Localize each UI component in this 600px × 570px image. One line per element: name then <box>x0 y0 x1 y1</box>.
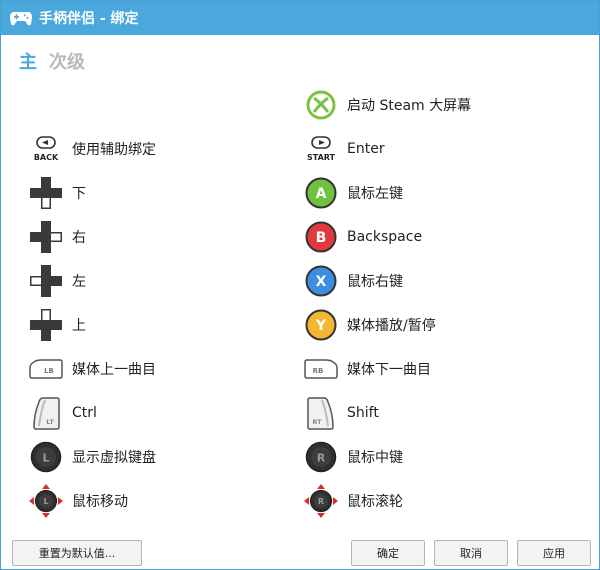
binding-label: 鼠标右键 <box>347 274 403 290</box>
tab-main[interactable]: 主 <box>19 48 37 74</box>
gamepad-icon <box>10 12 32 26</box>
dpad-down-icon <box>28 175 64 211</box>
start-button-icon: START <box>303 131 339 167</box>
binding-row-a[interactable]: A 鼠标左键 <box>303 173 403 213</box>
x-button-icon: X <box>303 263 339 299</box>
back-button-icon: BACK <box>28 131 64 167</box>
svg-text:LT: LT <box>46 418 54 426</box>
binding-row-back[interactable]: BACK 使用辅助绑定 <box>28 129 156 169</box>
binding-row-dpad-left[interactable]: 左 <box>28 261 86 301</box>
binding-row-ls-click[interactable]: L 显示虚拟键盘 <box>28 437 156 477</box>
dpad-left-icon <box>28 263 64 299</box>
binding-label: 媒体上一曲目 <box>72 362 156 378</box>
binding-label: 显示虚拟键盘 <box>72 450 156 466</box>
lt-trigger-icon: LT <box>28 395 64 431</box>
svg-text:RT: RT <box>312 418 322 426</box>
dpad-right-icon <box>28 219 64 255</box>
binding-label: 左 <box>72 274 86 290</box>
binding-label: Ctrl <box>72 405 97 421</box>
ok-button[interactable]: 确定 <box>351 540 425 566</box>
left-stick-move-icon: L <box>28 483 64 519</box>
binding-row-lt[interactable]: LT Ctrl <box>28 393 97 433</box>
app-window: 手柄伴侣 - 绑定 主 次级 启动 Steam 大屏幕 BACK 使用辅助绑定 <box>0 0 600 570</box>
title-bar: 手柄伴侣 - 绑定 <box>1 1 599 35</box>
binding-row-x[interactable]: X 鼠标右键 <box>303 261 403 301</box>
binding-row-lb[interactable]: LB 媒体上一曲目 <box>28 349 156 389</box>
svg-text:R: R <box>317 452 326 465</box>
svg-text:START: START <box>307 153 336 162</box>
binding-label: 鼠标移动 <box>72 494 128 510</box>
binding-label: 启动 Steam 大屏幕 <box>347 98 472 114</box>
binding-row-dpad-right[interactable]: 右 <box>28 217 86 257</box>
b-button-icon: B <box>303 219 339 255</box>
right-stick-move-icon: R <box>303 483 339 519</box>
binding-row-guide[interactable]: 启动 Steam 大屏幕 <box>303 85 471 125</box>
binding-label: 上 <box>72 318 86 334</box>
svg-text:A: A <box>316 186 327 202</box>
rb-bumper-icon: RB <box>303 351 339 387</box>
apply-button[interactable]: 应用 <box>517 540 591 566</box>
binding-label: 媒体下一曲目 <box>347 362 431 378</box>
binding-label: Enter <box>347 141 385 157</box>
binding-row-dpad-up[interactable]: 上 <box>28 305 86 345</box>
binding-label: Shift <box>347 405 379 421</box>
rt-trigger-icon: RT <box>303 395 339 431</box>
a-button-icon: A <box>303 175 339 211</box>
binding-label: 媒体播放/暂停 <box>347 318 436 334</box>
binding-label: 下 <box>72 186 86 202</box>
window-title: 手柄伴侣 - 绑定 <box>39 11 139 27</box>
svg-text:X: X <box>316 274 327 290</box>
lb-bumper-icon: LB <box>28 351 64 387</box>
binding-row-rb[interactable]: RB 媒体下一曲目 <box>303 349 431 389</box>
y-button-icon: Y <box>303 307 339 343</box>
binding-label: 右 <box>72 230 86 246</box>
binding-row-start[interactable]: START Enter <box>303 129 385 169</box>
binding-row-ls-move[interactable]: L 鼠标移动 <box>28 481 128 521</box>
svg-text:RB: RB <box>313 367 324 375</box>
binding-row-rt[interactable]: RT Shift <box>303 393 379 433</box>
cancel-button[interactable]: 取消 <box>434 540 508 566</box>
binding-row-b[interactable]: B Backspace <box>303 217 422 257</box>
binding-row-y[interactable]: Y 媒体播放/暂停 <box>303 305 436 345</box>
right-stick-click-icon: R <box>303 439 339 475</box>
binding-row-rs-click[interactable]: R 鼠标中键 <box>303 437 403 477</box>
reset-defaults-button[interactable]: 重置为默认值... <box>12 540 142 566</box>
svg-text:Y: Y <box>315 318 327 334</box>
tab-secondary[interactable]: 次级 <box>49 48 85 74</box>
binding-row-rs-move[interactable]: R 鼠标滚轮 <box>303 481 403 521</box>
svg-text:B: B <box>316 230 327 246</box>
svg-text:R: R <box>318 497 324 506</box>
dpad-up-icon <box>28 307 64 343</box>
svg-text:L: L <box>42 452 49 465</box>
svg-text:BACK: BACK <box>34 153 59 162</box>
binding-label: Backspace <box>347 229 423 245</box>
left-stick-click-icon: L <box>28 439 64 475</box>
binding-label: 使用辅助绑定 <box>72 142 156 158</box>
svg-text:L: L <box>43 497 48 506</box>
binding-label: 鼠标中键 <box>347 450 403 466</box>
svg-text:LB: LB <box>44 367 54 375</box>
xbox-guide-icon <box>303 87 339 123</box>
binding-label: 鼠标左键 <box>347 186 403 202</box>
binding-row-dpad-down[interactable]: 下 <box>28 173 86 213</box>
binding-label: 鼠标滚轮 <box>347 494 403 510</box>
tab-bar: 主 次级 <box>19 48 85 74</box>
